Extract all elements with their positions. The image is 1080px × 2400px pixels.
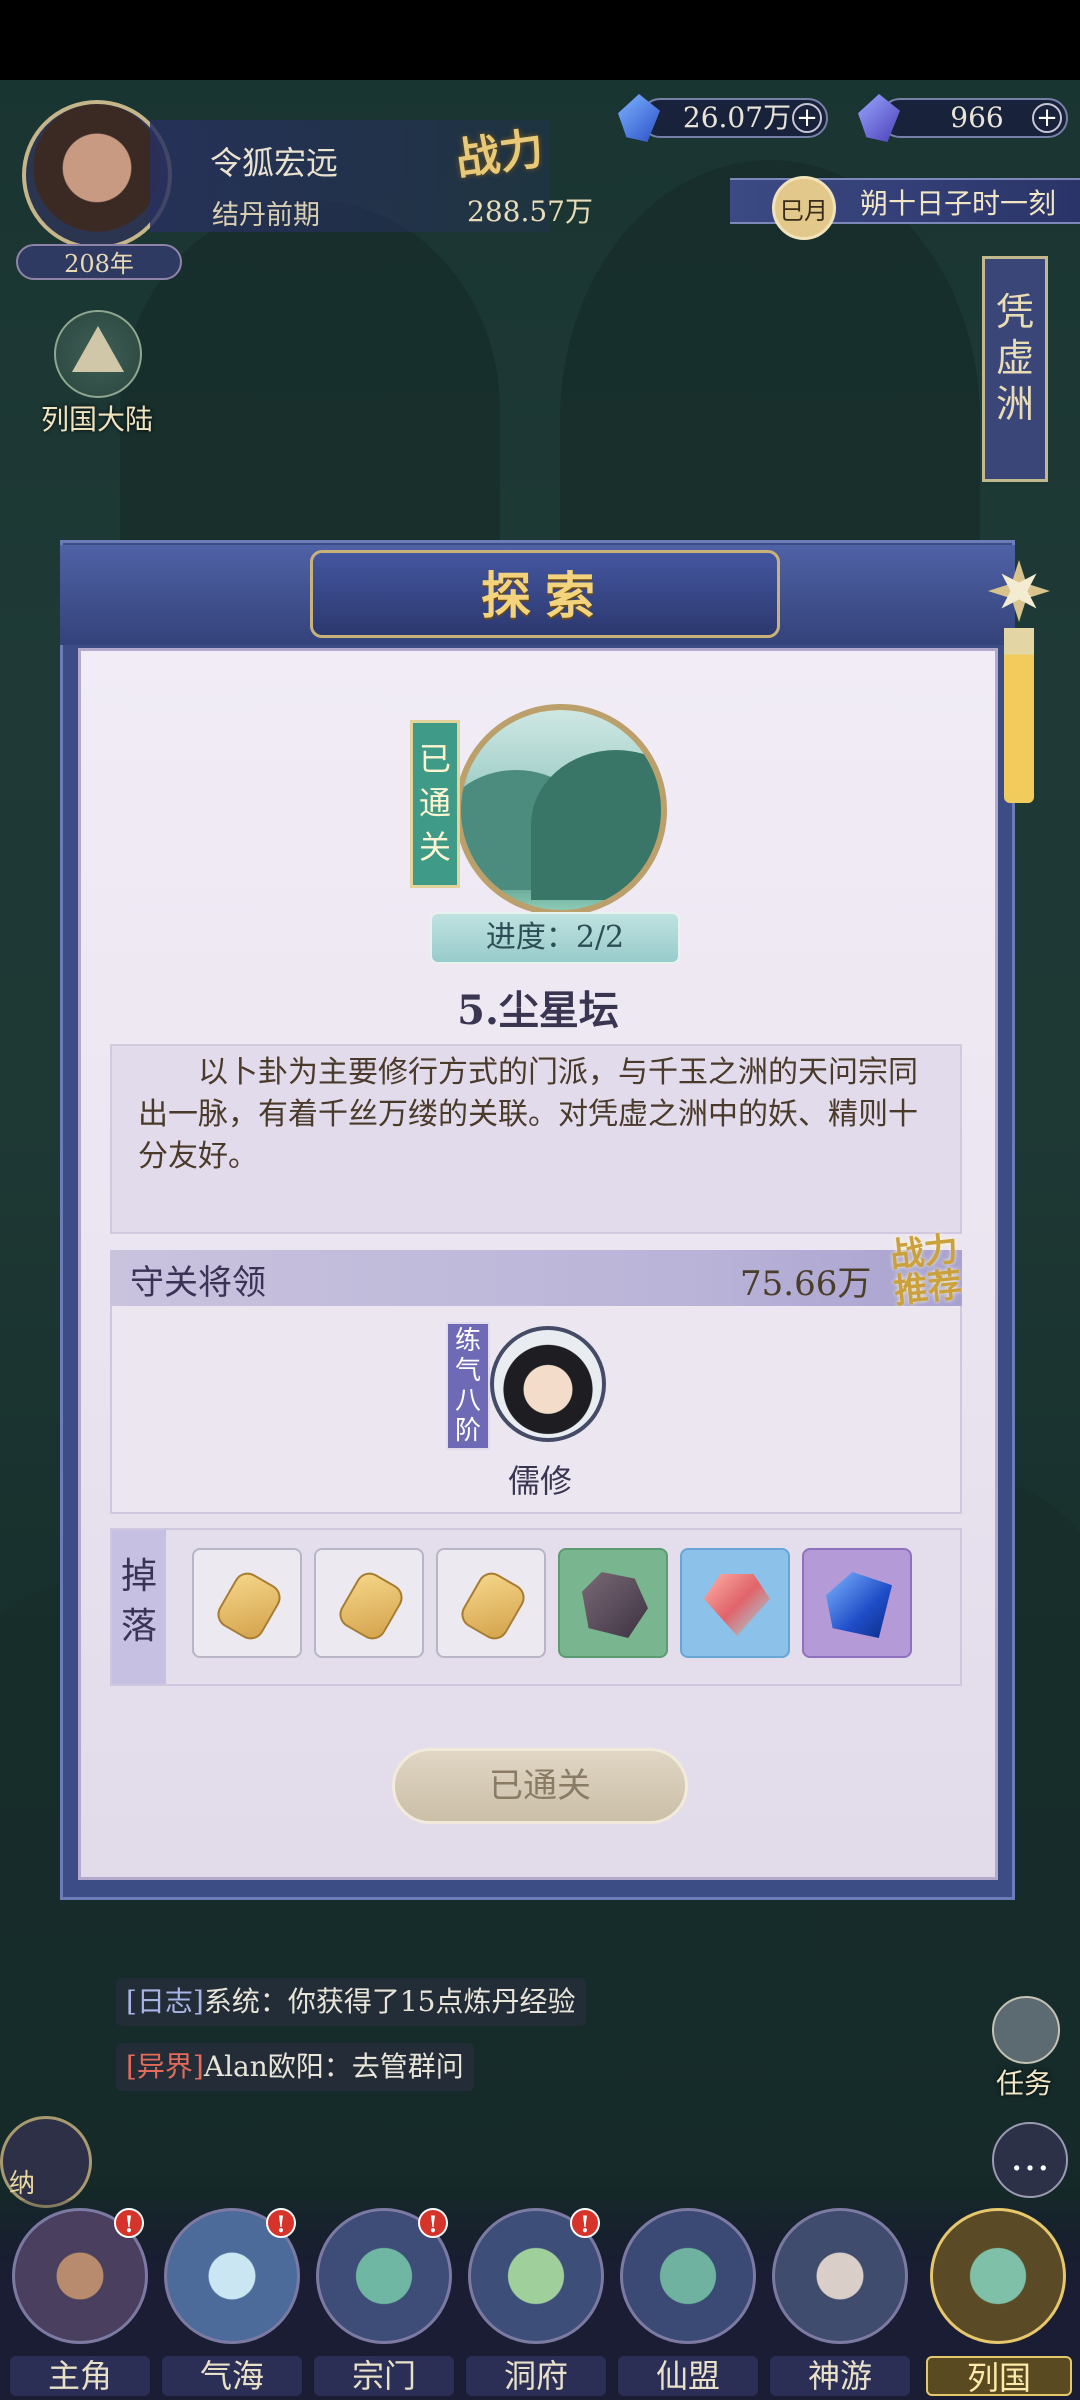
status-bar-area (0, 0, 1080, 80)
log-text: Alan欧阳：去管群问 (203, 2050, 464, 2083)
drop-item-slot[interactable] (558, 1548, 668, 1658)
player-power: 288.57万 (467, 195, 593, 228)
progress-label: 进度：2/2 (430, 912, 680, 964)
nav-label: 列国 (926, 2356, 1072, 2397)
tassel-decoration (1004, 628, 1034, 803)
nav-item-cave[interactable]: ! 洞府 (466, 2208, 606, 2398)
nav-label: 洞府 (466, 2356, 606, 2396)
alert-badge: ! (114, 2208, 144, 2238)
chat-button[interactable]: … (992, 2122, 1068, 2198)
nav-item-wander[interactable]: 神游 (770, 2208, 910, 2398)
crystal-icon (704, 1574, 770, 1636)
cleared-button[interactable]: 已通关 (392, 1748, 688, 1824)
cleared-tag: 已通关 (410, 720, 460, 888)
resource-value: 26.07万 (682, 101, 792, 134)
chat-log-entry[interactable]: [日志]系统：你获得了15点炼丹经验 (116, 1978, 586, 2026)
add-resource-button[interactable]: + (792, 103, 822, 133)
chat-log-entry[interactable]: [异界]Alan欧阳：去管群问 (116, 2043, 474, 2091)
drop-item-slot[interactable] (314, 1548, 424, 1658)
palace-icon (620, 2208, 756, 2344)
guard-section-title: 守关将领 (130, 1263, 266, 1303)
token-icon (334, 1567, 408, 1645)
guard-rank: 练气八阶 (446, 1322, 490, 1450)
storage-button[interactable]: 纳 (0, 2116, 92, 2208)
resource-value: 966 (950, 101, 1004, 134)
stage-name: 5.尘星坛 (457, 987, 619, 1034)
drop-item-slot[interactable] (802, 1548, 912, 1658)
ore-icon (582, 1572, 648, 1638)
game-date: 朔十日子时一刻 (860, 187, 1057, 220)
player-realm: 结丹前期 (212, 200, 320, 231)
task-label: 任务 (995, 2067, 1052, 2100)
world-map-label: 列国大陆 (40, 403, 153, 436)
guard-name: 儒修 (507, 1462, 572, 1500)
resource-jade: 966 + (858, 94, 1068, 142)
log-tag: [日志] (126, 1985, 204, 2018)
stage-thumbnail (455, 704, 667, 916)
alert-badge: ! (570, 2208, 600, 2238)
drop-item-slot[interactable] (680, 1548, 790, 1658)
nav-label: 气海 (162, 2356, 302, 2396)
drop-item-slot[interactable] (436, 1548, 546, 1658)
chat-bubble-icon: … (1010, 2134, 1050, 2180)
drops-label: 掉落 (120, 1556, 157, 1647)
add-resource-button[interactable]: + (1032, 103, 1062, 133)
mountain-icon (54, 310, 142, 398)
nav-label: 神游 (770, 2356, 910, 2396)
resource-spirit-stone: 26.07万 + (618, 94, 828, 142)
nav-label: 宗门 (314, 2356, 454, 2396)
alert-badge: ! (418, 2208, 448, 2238)
nav-item-nations[interactable]: 列国 (926, 2208, 1072, 2398)
drop-item-slot[interactable] (192, 1548, 302, 1658)
scroll-icon (992, 1996, 1060, 2064)
log-text: 系统：你获得了15点炼丹经验 (203, 1985, 576, 2018)
player-name: 令狐宏远 (210, 144, 339, 182)
token-icon (212, 1567, 286, 1645)
sapphire-icon (826, 1572, 892, 1638)
nav-item-sect[interactable]: ! 宗门 (314, 2208, 454, 2398)
month-badge: 巳月 (772, 176, 836, 240)
recommend-badge: 战力推荐 (888, 1229, 964, 1312)
dialog-title: 探索 (481, 566, 609, 625)
nations-icon (930, 2208, 1066, 2344)
nav-label: 主角 (10, 2356, 150, 2396)
stage-description: 以卜卦为主要修行方式的门派，与千玉之洲的天问宗同出一脉，有着千丝万缕的关联。对凭… (110, 1044, 962, 1234)
nav-label: 仙盟 (618, 2356, 758, 2396)
alert-badge: ! (266, 2208, 296, 2238)
recommended-power: 75.66万 (740, 1264, 872, 1304)
spirit-travel-icon (772, 2208, 908, 2344)
log-tag: [异界] (126, 2050, 204, 2083)
token-icon (456, 1567, 530, 1645)
guard-avatar[interactable] (490, 1326, 606, 1442)
region-banner[interactable]: 凭虚洲 (982, 256, 1048, 482)
player-age: 208年 (16, 244, 182, 280)
close-button[interactable] (984, 556, 1054, 626)
nav-item-alliance[interactable]: 仙盟 (618, 2208, 758, 2398)
power-icon: 战力 (452, 123, 547, 186)
nav-item-protagonist[interactable]: ! 主角 (10, 2208, 150, 2398)
nav-item-qihai[interactable]: ! 气海 (162, 2208, 302, 2398)
